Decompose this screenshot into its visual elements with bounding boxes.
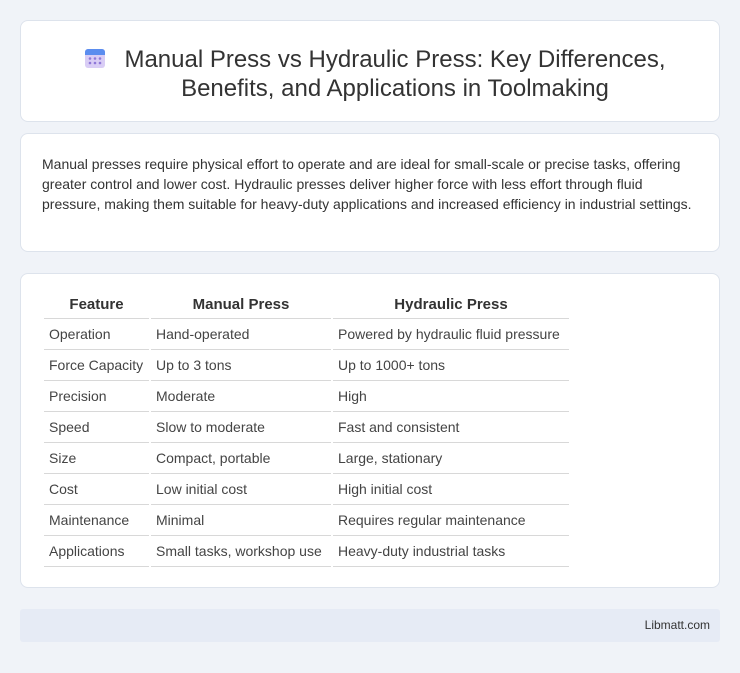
title-card: Manual Press vs Hydraulic Press: Key Dif… (20, 20, 720, 122)
table-row: Size Compact, portable Large, stationary (44, 443, 569, 474)
cell-manual: Moderate (151, 381, 331, 412)
table-row: Precision Moderate High (44, 381, 569, 412)
header-hydraulic-press: Hydraulic Press (333, 296, 569, 319)
header-manual-press: Manual Press (151, 296, 331, 319)
cell-manual: Up to 3 tons (151, 350, 331, 381)
page-title: Manual Press vs Hydraulic Press: Key Dif… (124, 46, 666, 102)
table-header-row: Feature Manual Press Hydraulic Press (44, 296, 569, 319)
cell-hydraulic: Fast and consistent (333, 412, 569, 443)
table-row: Force Capacity Up to 3 tons Up to 1000+ … (44, 350, 569, 381)
cell-manual: Compact, portable (151, 443, 331, 474)
cell-feature: Maintenance (44, 505, 149, 536)
calendar-icon (85, 49, 105, 68)
cell-manual: Small tasks, workshop use (151, 536, 331, 567)
summary-card: Manual presses require physical effort t… (20, 133, 720, 252)
header-feature: Feature (44, 296, 149, 319)
cell-feature: Force Capacity (44, 350, 149, 381)
cell-feature: Cost (44, 474, 149, 505)
cell-manual: Hand-operated (151, 319, 331, 350)
summary-text: Manual presses require physical effort t… (42, 156, 692, 212)
cell-manual: Low initial cost (151, 474, 331, 505)
cell-hydraulic: Large, stationary (333, 443, 569, 474)
cell-feature: Precision (44, 381, 149, 412)
comparison-table: Feature Manual Press Hydraulic Press Ope… (42, 296, 571, 567)
table-row: Speed Slow to moderate Fast and consiste… (44, 412, 569, 443)
cell-feature: Applications (44, 536, 149, 567)
cell-feature: Speed (44, 412, 149, 443)
cell-feature: Operation (44, 319, 149, 350)
comparison-table-card: Feature Manual Press Hydraulic Press Ope… (20, 273, 720, 588)
table-row: Maintenance Minimal Requires regular mai… (44, 505, 569, 536)
cell-hydraulic: Requires regular maintenance (333, 505, 569, 536)
cell-manual: Slow to moderate (151, 412, 331, 443)
table-row: Cost Low initial cost High initial cost (44, 474, 569, 505)
cell-hydraulic: Up to 1000+ tons (333, 350, 569, 381)
footer-site-link[interactable]: Libmatt.com (645, 618, 710, 632)
cell-hydraulic: Heavy-duty industrial tasks (333, 536, 569, 567)
cell-hydraulic: High (333, 381, 569, 412)
cell-hydraulic: High initial cost (333, 474, 569, 505)
table-row: Applications Small tasks, workshop use H… (44, 536, 569, 567)
footer-bar: Libmatt.com (20, 609, 720, 642)
cell-feature: Size (44, 443, 149, 474)
cell-hydraulic: Powered by hydraulic fluid pressure (333, 319, 569, 350)
cell-manual: Minimal (151, 505, 331, 536)
table-row: Operation Hand-operated Powered by hydra… (44, 319, 569, 350)
